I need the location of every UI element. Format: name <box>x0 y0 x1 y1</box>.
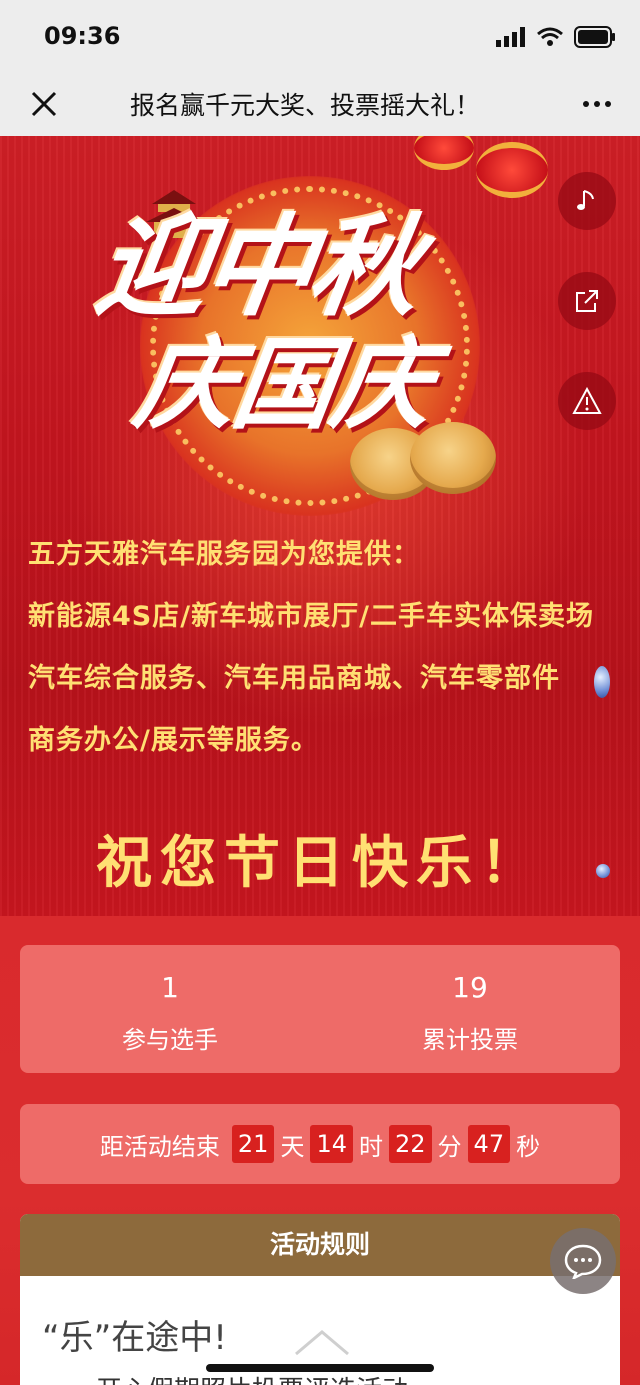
countdown-seconds-unit: 秒 <box>516 1132 541 1161</box>
countdown-minutes-unit: 分 <box>437 1132 462 1161</box>
description-line: 新能源4S店/新车城市展厅/二手车实体保卖场 <box>28 601 594 632</box>
chat-button[interactable] <box>550 1228 616 1294</box>
countdown-hours: 14 <box>310 1125 353 1163</box>
lantern-decoration <box>476 142 548 198</box>
report-button[interactable] <box>558 372 616 430</box>
banner-headline: 迎中秋 庆国庆 <box>89 203 538 444</box>
countdown-days-unit: 天 <box>280 1132 305 1161</box>
banner-description: 五方天雅汽车服务园为您提供： 新能源4S店/新车城市展厅/二手车实体保卖场 汽车… <box>28 524 628 772</box>
rules-subtitle: 开心假期照片投票评选活动 <box>96 1370 408 1385</box>
signal-icon <box>496 27 525 47</box>
rules-title: “乐”在途中! <box>42 1318 227 1358</box>
status-icons <box>496 26 616 48</box>
status-time: 09:36 <box>44 22 121 50</box>
bubble-decoration <box>594 666 610 698</box>
stat-label: 累计投票 <box>422 1026 518 1054</box>
description-line: 汽车综合服务、汽车用品商城、汽车零部件 <box>28 663 560 694</box>
status-bar: 09:36 <box>0 0 640 72</box>
mooncake-decoration <box>410 422 496 494</box>
holiday-wish: 祝您节日快乐！ <box>96 831 544 896</box>
headline-line2: 庆国庆 <box>127 326 439 443</box>
countdown-minutes: 22 <box>389 1125 432 1163</box>
home-indicator[interactable] <box>206 1364 434 1372</box>
music-button[interactable] <box>558 172 616 230</box>
rules-header[interactable]: 活动规则 <box>20 1214 620 1276</box>
countdown-hours-unit: 时 <box>359 1132 383 1161</box>
wifi-icon <box>537 27 563 46</box>
nav-bar: 报名赢千元大奖、投票摇大礼！ <box>0 72 640 136</box>
rules-section: 活动规则 “乐”在途中! 开心假期照片投票评选活动 <box>20 1214 620 1385</box>
description-line: 商务办公/展示等服务。 <box>28 725 319 756</box>
countdown-prefix: 距活动结束 <box>99 1132 220 1161</box>
stat-label: 参与选手 <box>122 1026 218 1054</box>
countdown-days: 21 <box>231 1125 275 1163</box>
warning-icon <box>572 387 602 414</box>
stat-votes: 19 累计投票 <box>320 945 620 1055</box>
stat-value: 19 <box>452 971 488 1004</box>
stat-participants: 1 参与选手 <box>20 945 320 1055</box>
stat-value: 1 <box>161 971 179 1004</box>
share-icon <box>576 290 598 312</box>
headline-line1: 迎中秋 <box>89 203 425 331</box>
chevron-up-icon[interactable] <box>292 1328 352 1358</box>
page-title: 报名赢千元大奖、投票摇大礼！ <box>130 91 481 120</box>
description-line: 五方天雅汽车服务园为您提供： <box>28 539 420 570</box>
stats-card: 1 参与选手 19 累计投票 <box>20 945 620 1073</box>
share-button[interactable] <box>558 272 616 330</box>
countdown-seconds: 47 <box>467 1125 511 1163</box>
countdown-card: 距活动结束 21 天 14 时 22 分 47 秒 <box>20 1104 620 1184</box>
festival-banner: 迎中秋 庆国庆 五方天雅汽车服务园为您提供： 新能源4S店/新车城市展厅/二手车… <box>0 136 640 916</box>
chat-icon <box>564 1244 602 1279</box>
close-icon[interactable] <box>28 88 60 120</box>
battery-icon <box>574 26 615 48</box>
bubble-decoration <box>596 864 610 878</box>
music-icon <box>577 190 594 210</box>
more-icon[interactable] <box>582 88 612 120</box>
